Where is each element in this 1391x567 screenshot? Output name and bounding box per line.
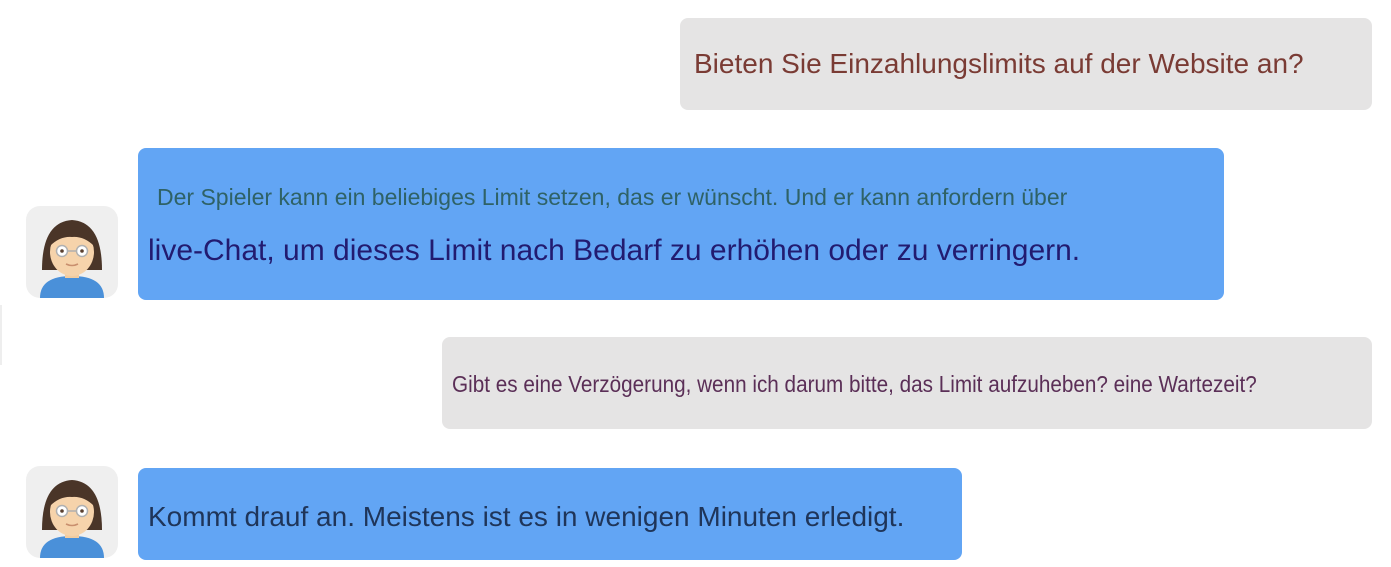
left-edge-divider [0,305,2,365]
agent-avatar [26,466,118,558]
agent-avatar-icon [40,220,104,298]
agent-message-bubble: Der Spieler kann ein beliebiges Limit se… [138,148,1224,300]
message-text: Kommt drauf an. Meistens ist es in wenig… [148,501,905,532]
user-message-bubble: Bieten Sie Einzahlungslimits auf der Web… [680,18,1372,110]
agent-avatar-icon [40,480,104,558]
message-text-line-2: live-Chat, um dieses Limit nach Bedarf z… [148,234,1081,267]
user-message-bubble: Gibt es eine Verzögerung, wenn ich darum… [442,337,1372,429]
message-text-line-1: Der Spieler kann ein beliebiges Limit se… [157,184,1068,210]
agent-message-bubble: Kommt drauf an. Meistens ist es in wenig… [138,468,962,560]
message-text: Bieten Sie Einzahlungslimits auf der Web… [694,48,1304,79]
agent-avatar [26,206,118,298]
message-text: Gibt es eine Verzögerung, wenn ich darum… [452,371,1257,397]
